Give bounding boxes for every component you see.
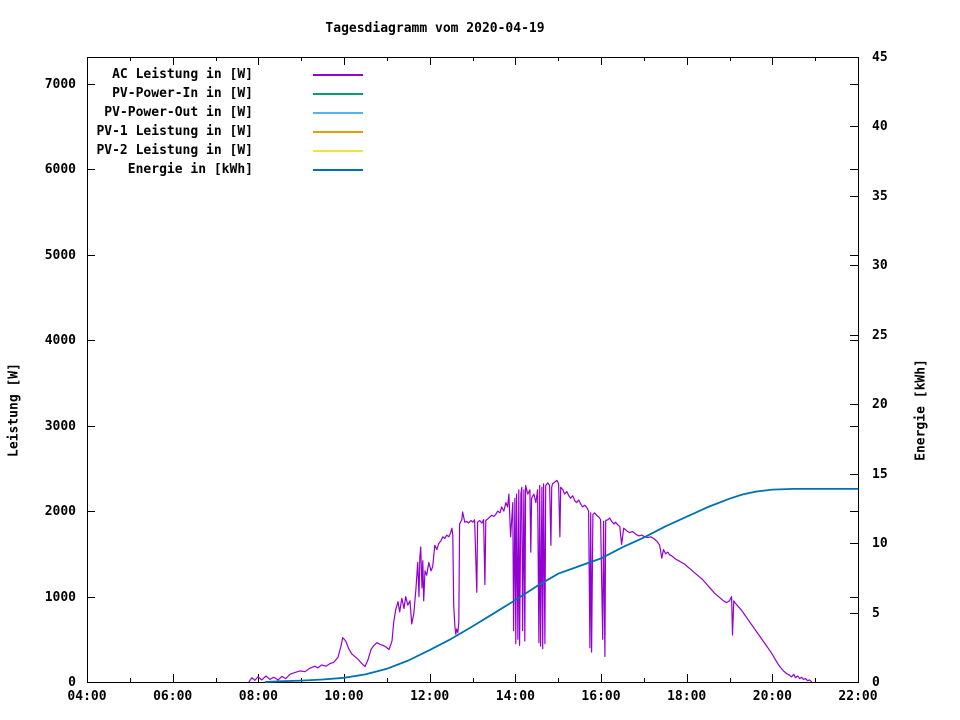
- y2-tick-label: 40: [872, 119, 888, 135]
- x-tick-label: 22:00: [838, 689, 878, 704]
- legend-item: PV-1 Leistung in [W]: [40, 122, 363, 141]
- legend-item: AC Leistung in [W]: [40, 65, 363, 84]
- legend-item: Energie in [kWh]: [40, 160, 363, 179]
- legend-line-swatch: [313, 111, 363, 114]
- legend-item: PV-Power-Out in [W]: [40, 103, 363, 122]
- x-tick-label: 14:00: [495, 689, 535, 704]
- y2-tick-label: 25: [872, 327, 888, 343]
- legend-line-swatch: [313, 73, 363, 76]
- y-tick-label: 5000: [44, 247, 76, 263]
- y2-tick-label: 45: [872, 50, 888, 65]
- legend-line-swatch: [313, 92, 363, 95]
- x-tick-label: 06:00: [153, 689, 193, 704]
- x-tick-label: 04:00: [67, 689, 107, 704]
- legend-label: PV-2 Leistung in [W]: [96, 143, 253, 158]
- y2-tick-label: 5: [872, 605, 880, 621]
- x-tick-label: 18:00: [667, 689, 707, 704]
- x-tick-label: 20:00: [752, 689, 792, 704]
- gnuplot-chart: Tagesdiagramm vom 2020-04-19 Leistung [W…: [0, 0, 960, 720]
- legend-line-swatch: [313, 130, 363, 133]
- y2-tick-label: 30: [872, 258, 888, 274]
- y2-tick-label: 20: [872, 397, 888, 413]
- x-tick-label: 08:00: [238, 689, 278, 704]
- legend-label: PV-1 Leistung in [W]: [96, 124, 253, 139]
- y2-tick-label: 35: [872, 188, 888, 204]
- y-tick-label: 1000: [44, 589, 76, 605]
- series-line-5: [264, 487, 858, 683]
- left-axis-title: Leistung [W]: [6, 363, 22, 457]
- y2-tick-label: 10: [872, 536, 888, 552]
- y-tick-label: 7000: [44, 76, 76, 92]
- x-tick-label: 12:00: [410, 689, 450, 704]
- y-tick-label: 4000: [44, 333, 76, 349]
- chart-title: Tagesdiagramm vom 2020-04-19: [325, 21, 545, 36]
- legend-line-swatch: [313, 149, 363, 152]
- legend: AC Leistung in [W] PV-Power-In in [W] PV-P…: [40, 65, 363, 179]
- y-tick-label: 3000: [44, 418, 76, 434]
- series-line-0: [248, 479, 813, 683]
- x-tick-label: 10:00: [324, 689, 364, 704]
- y-tick-label: 2000: [44, 504, 76, 520]
- legend-item: PV-Power-In in [W]: [40, 84, 363, 103]
- y-tick-label: 6000: [44, 162, 76, 178]
- legend-label: PV-Power-Out in [W]: [104, 105, 253, 120]
- legend-item: PV-2 Leistung in [W]: [40, 141, 363, 160]
- y2-tick-label: 0: [872, 675, 880, 690]
- y-tick-label: 0: [68, 675, 76, 690]
- x-tick-label: 16:00: [581, 689, 621, 704]
- y2-tick-label: 15: [872, 466, 888, 482]
- right-axis-title: Energie [kWh]: [913, 359, 929, 461]
- legend-line-swatch: [313, 168, 363, 171]
